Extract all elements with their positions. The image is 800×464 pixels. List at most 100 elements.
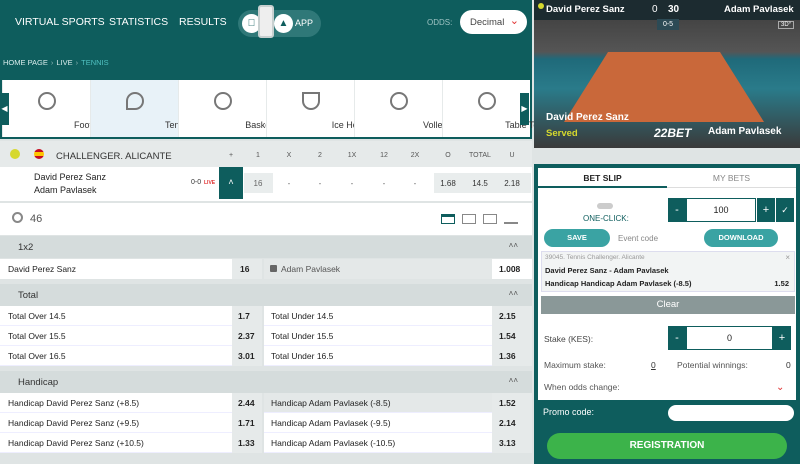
scroll-right-icon[interactable]: ▶ bbox=[520, 93, 529, 125]
breadcrumb-tennis[interactable]: TENNIS bbox=[81, 58, 109, 67]
col-header: 2 bbox=[318, 152, 322, 159]
breadcrumb-live[interactable]: LIVE bbox=[56, 58, 72, 67]
market-header-handicap[interactable]: Handicap ˄˄ bbox=[0, 371, 532, 393]
market-header-1x2[interactable]: 1x2 ˄˄ bbox=[0, 236, 532, 258]
option-odds[interactable]: 1.33 bbox=[238, 438, 255, 448]
bet-match: David Perez Sanz - Adam Pavlasek bbox=[545, 266, 669, 275]
option-odds[interactable]: 2.37 bbox=[238, 331, 255, 341]
market-option[interactable]: Total Under 14.5 2.15 bbox=[264, 306, 532, 326]
remove-bet-icon[interactable]: × bbox=[785, 253, 790, 262]
nav-results[interactable]: RESULTS bbox=[179, 16, 227, 28]
one-click-plus-button[interactable]: + bbox=[757, 198, 775, 222]
market-title: Total bbox=[18, 290, 39, 301]
scoreboard-player2: Adam Pavlasek bbox=[724, 4, 794, 15]
odds-format-dropdown[interactable]: Decimal ⌄ bbox=[460, 10, 527, 34]
one-click-minus-button[interactable]: - bbox=[668, 198, 686, 222]
option-odds[interactable]: 1.7 bbox=[238, 311, 250, 321]
layout-collapse-icon[interactable] bbox=[504, 214, 518, 224]
option-label: Handicap Adam Pavlasek (-9.5) bbox=[271, 418, 391, 428]
save-button[interactable]: SAVE bbox=[544, 229, 610, 247]
expand-match-button[interactable]: ˄ bbox=[219, 167, 243, 199]
bet-selection: Handicap Handicap Adam Pavlasek (-8.5) bbox=[545, 279, 692, 288]
event-code-input[interactable]: Event code bbox=[618, 234, 658, 243]
app-label: APP bbox=[295, 18, 314, 28]
scroll-left-icon[interactable]: ◀ bbox=[0, 93, 9, 125]
market-header-total[interactable]: Total ˄˄ bbox=[0, 284, 532, 306]
sport-ice-hockey[interactable]: Ice Hockey bbox=[266, 80, 376, 137]
3d-badge[interactable]: 3D° bbox=[778, 21, 795, 29]
option-odds[interactable]: 1.36 bbox=[499, 351, 516, 361]
one-click-amount-input[interactable]: 100 bbox=[686, 198, 756, 222]
stake-minus-button[interactable]: - bbox=[668, 326, 686, 350]
market-option[interactable]: Handicap David Perez Sanz (+10.5) 1.33 bbox=[0, 433, 262, 453]
stake-plus-button[interactable]: + bbox=[773, 326, 791, 350]
odds-change-label: When odds change: bbox=[544, 382, 620, 392]
player1-name[interactable]: David Perez Sanz bbox=[34, 172, 106, 182]
tab-my-bets[interactable]: MY BETS bbox=[667, 168, 796, 188]
one-click-toggle[interactable] bbox=[597, 203, 613, 209]
live-video-player[interactable]: David Perez Sanz 0 30 Adam Pavlasek 0-5 … bbox=[534, 0, 800, 148]
confirm-check-icon[interactable]: ✓ bbox=[776, 198, 794, 222]
odds-change-dropdown-icon[interactable]: ⌄ bbox=[776, 382, 784, 393]
col-header: X bbox=[286, 152, 292, 159]
breadcrumb-separator: › bbox=[75, 58, 79, 67]
option-odds[interactable]: 2.14 bbox=[499, 418, 516, 428]
option-odds[interactable]: 16 bbox=[240, 264, 249, 274]
volleyball-icon bbox=[389, 92, 408, 110]
odds-value[interactable]: 2.18 bbox=[498, 179, 526, 188]
odds-value[interactable]: 1.68 bbox=[434, 179, 462, 188]
option-odds[interactable]: 1.71 bbox=[238, 418, 255, 428]
odds-value[interactable]: 16 bbox=[244, 179, 272, 188]
option-odds[interactable]: 3.01 bbox=[238, 351, 255, 361]
sport-football[interactable]: Football bbox=[2, 80, 106, 137]
market-option[interactable]: Handicap Adam Pavlasek (-8.5) 1.52 bbox=[264, 393, 532, 413]
stake-label: Stake (KES): bbox=[544, 334, 594, 344]
market-option[interactable]: Total Under 15.5 1.54 bbox=[264, 326, 532, 346]
layout-three-columns-icon[interactable] bbox=[483, 214, 497, 224]
app-download-button[interactable]:  ▲ APP bbox=[238, 5, 321, 38]
download-button[interactable]: DOWNLOAD bbox=[704, 229, 778, 247]
sport-volleyball[interactable]: Volleyball bbox=[354, 80, 461, 137]
collapse-icon[interactable]: ˄˄ bbox=[509, 241, 518, 250]
registration-button[interactable]: REGISTRATION bbox=[547, 433, 787, 459]
market-option[interactable]: Handicap Adam Pavlasek (-9.5) 2.14 bbox=[264, 413, 532, 433]
player2-name[interactable]: Adam Pavlasek bbox=[34, 185, 97, 195]
market-option[interactable]: Total Over 14.5 1.7 bbox=[0, 306, 262, 326]
sport-table-tennis[interactable]: Table Tennis bbox=[442, 80, 555, 137]
bet-odds: 1.52 bbox=[774, 279, 789, 288]
market-option[interactable]: David Perez Sanz 16 bbox=[0, 259, 262, 279]
breadcrumb-home[interactable]: HOME PAGE bbox=[3, 58, 48, 67]
option-odds[interactable]: 1.008 bbox=[499, 264, 520, 274]
markets-toolbar: 46 bbox=[0, 203, 532, 235]
market-option[interactable]: Total Under 16.5 1.36 bbox=[264, 346, 532, 366]
nav-statistics[interactable]: STATISTICS bbox=[109, 16, 168, 28]
market-option[interactable]: Total Over 16.5 3.01 bbox=[0, 346, 262, 366]
option-odds[interactable]: 2.44 bbox=[238, 398, 255, 408]
col-header: 12 bbox=[380, 152, 388, 159]
collapse-icon[interactable]: ˄˄ bbox=[509, 376, 518, 385]
option-odds[interactable]: 2.15 bbox=[499, 311, 516, 321]
market-option[interactable]: Handicap David Perez Sanz (+8.5) 2.44 bbox=[0, 393, 262, 413]
promo-code-input[interactable] bbox=[668, 405, 794, 421]
clear-button[interactable]: Clear bbox=[541, 296, 795, 314]
match-score: 0-0 bbox=[191, 179, 202, 186]
sport-tennis[interactable]: Tennis bbox=[90, 80, 191, 137]
option-odds[interactable]: 1.52 bbox=[499, 398, 516, 408]
option-odds[interactable]: 1.54 bbox=[499, 331, 516, 341]
nav-virtual-sports[interactable]: VIRTUAL SPORTS bbox=[15, 16, 105, 28]
option-odds[interactable]: 3.13 bbox=[499, 438, 516, 448]
market-option[interactable]: Handicap Adam Pavlasek (-10.5) 3.13 bbox=[264, 433, 532, 453]
bet-slip-panel: BET SLIP MY BETS ONE-CLICK: - 100 + ✓ SA… bbox=[534, 164, 800, 464]
collapse-icon[interactable]: ˄˄ bbox=[509, 289, 518, 298]
breadcrumb-separator: › bbox=[50, 58, 54, 67]
layout-one-column-icon[interactable] bbox=[441, 214, 455, 224]
market-option[interactable]: Total Over 15.5 2.37 bbox=[0, 326, 262, 346]
sport-basketball[interactable]: Basketball bbox=[178, 80, 287, 137]
layout-two-columns-icon[interactable] bbox=[462, 214, 476, 224]
market-option[interactable]: Handicap David Perez Sanz (+9.5) 1.71 bbox=[0, 413, 262, 433]
max-stake-value[interactable]: 0 bbox=[651, 360, 656, 370]
stake-input[interactable]: 0 bbox=[686, 326, 773, 350]
served-label: Served bbox=[546, 128, 578, 139]
odds-format-label: ODDS: bbox=[427, 18, 453, 27]
tab-bet-slip[interactable]: BET SLIP bbox=[538, 168, 667, 188]
